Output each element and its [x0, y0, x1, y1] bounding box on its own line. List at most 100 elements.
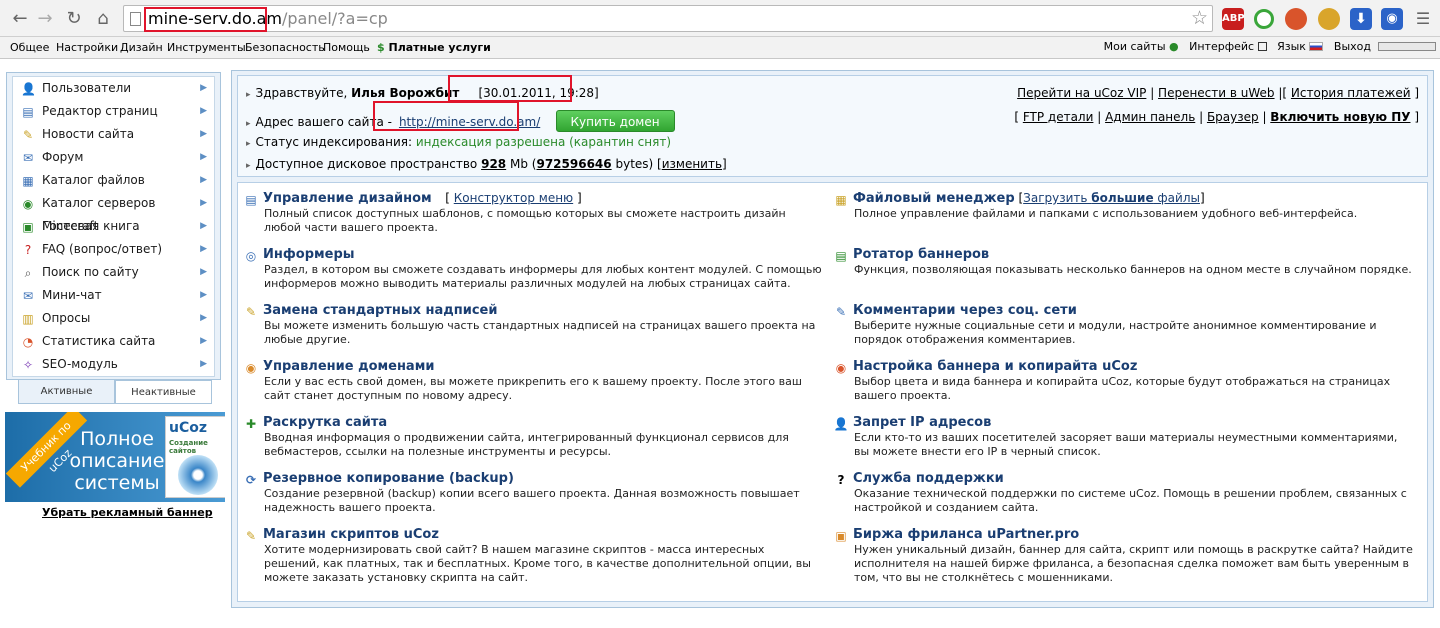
faq-icon: ?: [24, 243, 32, 257]
menu-icon[interactable]: ☰: [1411, 7, 1435, 31]
menu-general[interactable]: Общее: [10, 41, 49, 54]
reload-button[interactable]: ↻: [62, 7, 86, 31]
arrow-right-icon: ▶: [200, 175, 207, 185]
tool-title-link[interactable]: Замена стандартных надписей: [263, 303, 497, 318]
browser-link[interactable]: Браузер: [1207, 110, 1259, 124]
arrow-right-icon: ▶: [200, 221, 207, 231]
dollar-icon: $: [377, 41, 385, 54]
tool-title-link[interactable]: Комментарии через соц. сети: [853, 303, 1077, 318]
address-bar[interactable]: mine-serv.do.am/panel/?a=cp ☆: [123, 5, 1213, 32]
download-icon[interactable]: ⬇: [1350, 8, 1372, 30]
language-link[interactable]: Язык: [1277, 40, 1306, 53]
avatar-extension-icon[interactable]: [1285, 8, 1307, 30]
upload-big-files-link[interactable]: Загрузить большие файлы: [1023, 191, 1200, 205]
bookmark-star-icon[interactable]: ☆: [1191, 7, 1208, 29]
forward-button[interactable]: →: [33, 7, 57, 31]
ftp-link[interactable]: FTP детали: [1023, 110, 1094, 124]
sidebar-item-0[interactable]: 👤 Пользователи ▶: [13, 77, 214, 100]
sidebar-item-1[interactable]: ▤ Редактор страниц ▶: [13, 100, 214, 123]
menu-security[interactable]: Безопасность: [245, 41, 325, 54]
tool-title-link[interactable]: Биржа фриланса uPartner.pro: [853, 527, 1079, 542]
slider-control[interactable]: [1378, 42, 1436, 51]
flag-ru-icon: [1309, 42, 1324, 51]
uweb-link[interactable]: Перенести в uWeb: [1158, 86, 1275, 100]
tool-description: Выбор цвета и вида баннера и копирайта u…: [854, 375, 1391, 402]
files-icon: ▦: [22, 174, 34, 188]
tool-description: Создание резервной (backup) копии всего …: [264, 487, 800, 514]
tab-inactive[interactable]: Неактивные: [115, 380, 212, 404]
user-extension-icon[interactable]: [1318, 8, 1340, 30]
sidebar-item-label: Пользователи: [42, 81, 132, 95]
admin-panel-link[interactable]: Админ панель: [1105, 110, 1195, 124]
tools-grid: ▤ Управление дизайном [ Конструктор меню …: [237, 182, 1428, 602]
top-menu-bar: Общее Настройки Дизайн Инструменты Безоп…: [0, 37, 1440, 59]
green-extension-icon[interactable]: [1254, 9, 1274, 29]
interface-link[interactable]: Интерфейс: [1189, 40, 1254, 53]
sidebar-item-7[interactable]: ? FAQ (вопрос/ответ) ▶: [13, 238, 214, 261]
tool-title-link[interactable]: Настройка баннера и копирайта uCoz: [853, 359, 1137, 374]
tool-extra: [Загрузить большие файлы]: [1014, 191, 1205, 205]
back-button[interactable]: ←: [8, 7, 32, 31]
vip-link[interactable]: Перейти на uCoz VIP: [1017, 86, 1146, 100]
tool-title-link[interactable]: Раскрутка сайта: [263, 415, 387, 430]
tool-title-link[interactable]: Управление доменами: [263, 359, 434, 374]
arrow-right-icon: ▶: [200, 336, 207, 346]
tool-item: ◉ Управление доменами Если у вас есть свой…: [243, 359, 823, 403]
tool-title-link[interactable]: Ротатор баннеров: [853, 247, 989, 262]
tab-active[interactable]: Активные: [18, 380, 115, 404]
stats-icon: ◔: [22, 335, 34, 349]
tool-title-link[interactable]: Магазин скриптов uCoz: [263, 527, 439, 542]
buy-domain-button[interactable]: Купить домен: [555, 110, 675, 132]
adblock-icon[interactable]: ABP: [1222, 8, 1245, 30]
menu-help[interactable]: Помощь: [323, 41, 370, 54]
tool-item: 👤 Запрет IP адресов Если кто-то из ваших п…: [833, 415, 1413, 459]
sidebar-item-4[interactable]: ▦ Каталог файлов ▶: [13, 169, 214, 192]
sidebar-item-2[interactable]: ✎ Новости сайта ▶: [13, 123, 214, 146]
sidebar-item-11[interactable]: ◔ Статистика сайта ▶: [13, 330, 214, 353]
menu-constructor-link[interactable]: Конструктор меню: [454, 191, 573, 205]
sidebar-item-3[interactable]: ✉ Форум ▶: [13, 146, 214, 169]
eye-icon[interactable]: ◉: [1381, 8, 1403, 30]
menu-design[interactable]: Дизайн: [120, 41, 163, 54]
tool-title-link[interactable]: Информеры: [263, 247, 355, 262]
tool-title-link[interactable]: Служба поддержки: [853, 471, 1004, 486]
tool-icon: ▤: [835, 249, 847, 263]
change-disk-link[interactable]: изменить: [662, 157, 722, 171]
sidebar-tabs: Активные Неактивные: [18, 380, 214, 404]
tool-title-link[interactable]: Файловый менеджер: [853, 191, 1015, 206]
tool-title-link[interactable]: Запрет IP адресов: [853, 415, 991, 430]
sidebar-item-10[interactable]: ▥ Опросы ▶: [13, 307, 214, 330]
remove-banner-link[interactable]: Убрать рекламный баннер: [42, 506, 213, 519]
account-links: Перейти на uCoz VIP | Перенести в uWeb |…: [1017, 86, 1419, 100]
tool-icon: ◉: [835, 361, 847, 375]
menu-tools[interactable]: Инструменты: [167, 41, 246, 54]
disk-bytes-unit: bytes: [615, 157, 649, 171]
disk-mb-unit: Mb: [510, 157, 528, 171]
home-button[interactable]: ⌂: [91, 7, 115, 31]
sidebar-item-label: Каталог файлов: [42, 173, 145, 187]
my-sites-link[interactable]: Мои сайты: [1104, 40, 1166, 53]
sidebar-item-label: Новости сайта: [42, 127, 135, 141]
tool-item: ▣ Биржа фриланса uPartner.pro Нужен уникал…: [833, 527, 1413, 585]
ad-banner[interactable]: Учебник по uCoz Полное описание системы …: [5, 412, 225, 502]
payment-history-link[interactable]: История платежей: [1291, 86, 1411, 100]
chat-icon: ✉: [22, 289, 34, 303]
guestbook-icon: ▣: [22, 220, 34, 234]
menu-settings[interactable]: Настройки: [56, 41, 118, 54]
sidebar-item-9[interactable]: ✉ Мини-чат ▶: [13, 284, 214, 307]
index-status-value: индексация разрешена (карантин снят): [415, 135, 671, 149]
sidebar-item-12[interactable]: ✧ SEO-модуль ▶: [13, 353, 214, 376]
menu-paid-services[interactable]: $ Платные услуги: [377, 41, 491, 54]
new-panel-link[interactable]: Включить новую ПУ: [1270, 110, 1410, 124]
logout-link[interactable]: Выход: [1334, 40, 1371, 53]
tool-title-link[interactable]: Резервное копирование (backup): [263, 471, 514, 486]
tool-item: ⟳ Резервное копирование (backup) Создание …: [243, 471, 823, 515]
tool-title-link[interactable]: Управление дизайном: [263, 191, 432, 206]
tool-description: Полный список доступных шаблонов, с помо…: [264, 207, 786, 234]
sidebar-item-8[interactable]: ⌕ Поиск по сайту ▶: [13, 261, 214, 284]
sidebar-item-6[interactable]: ▣ Гостевая книга ▶: [13, 215, 214, 238]
sidebar-item-label: Мини-чат: [42, 288, 102, 302]
arrow-right-icon: ▶: [200, 152, 207, 162]
tool-header: ✚ Раскрутка сайта: [243, 415, 823, 431]
sidebar-item-5[interactable]: ◉ Каталог серверов Minecraft ▶: [13, 192, 214, 233]
